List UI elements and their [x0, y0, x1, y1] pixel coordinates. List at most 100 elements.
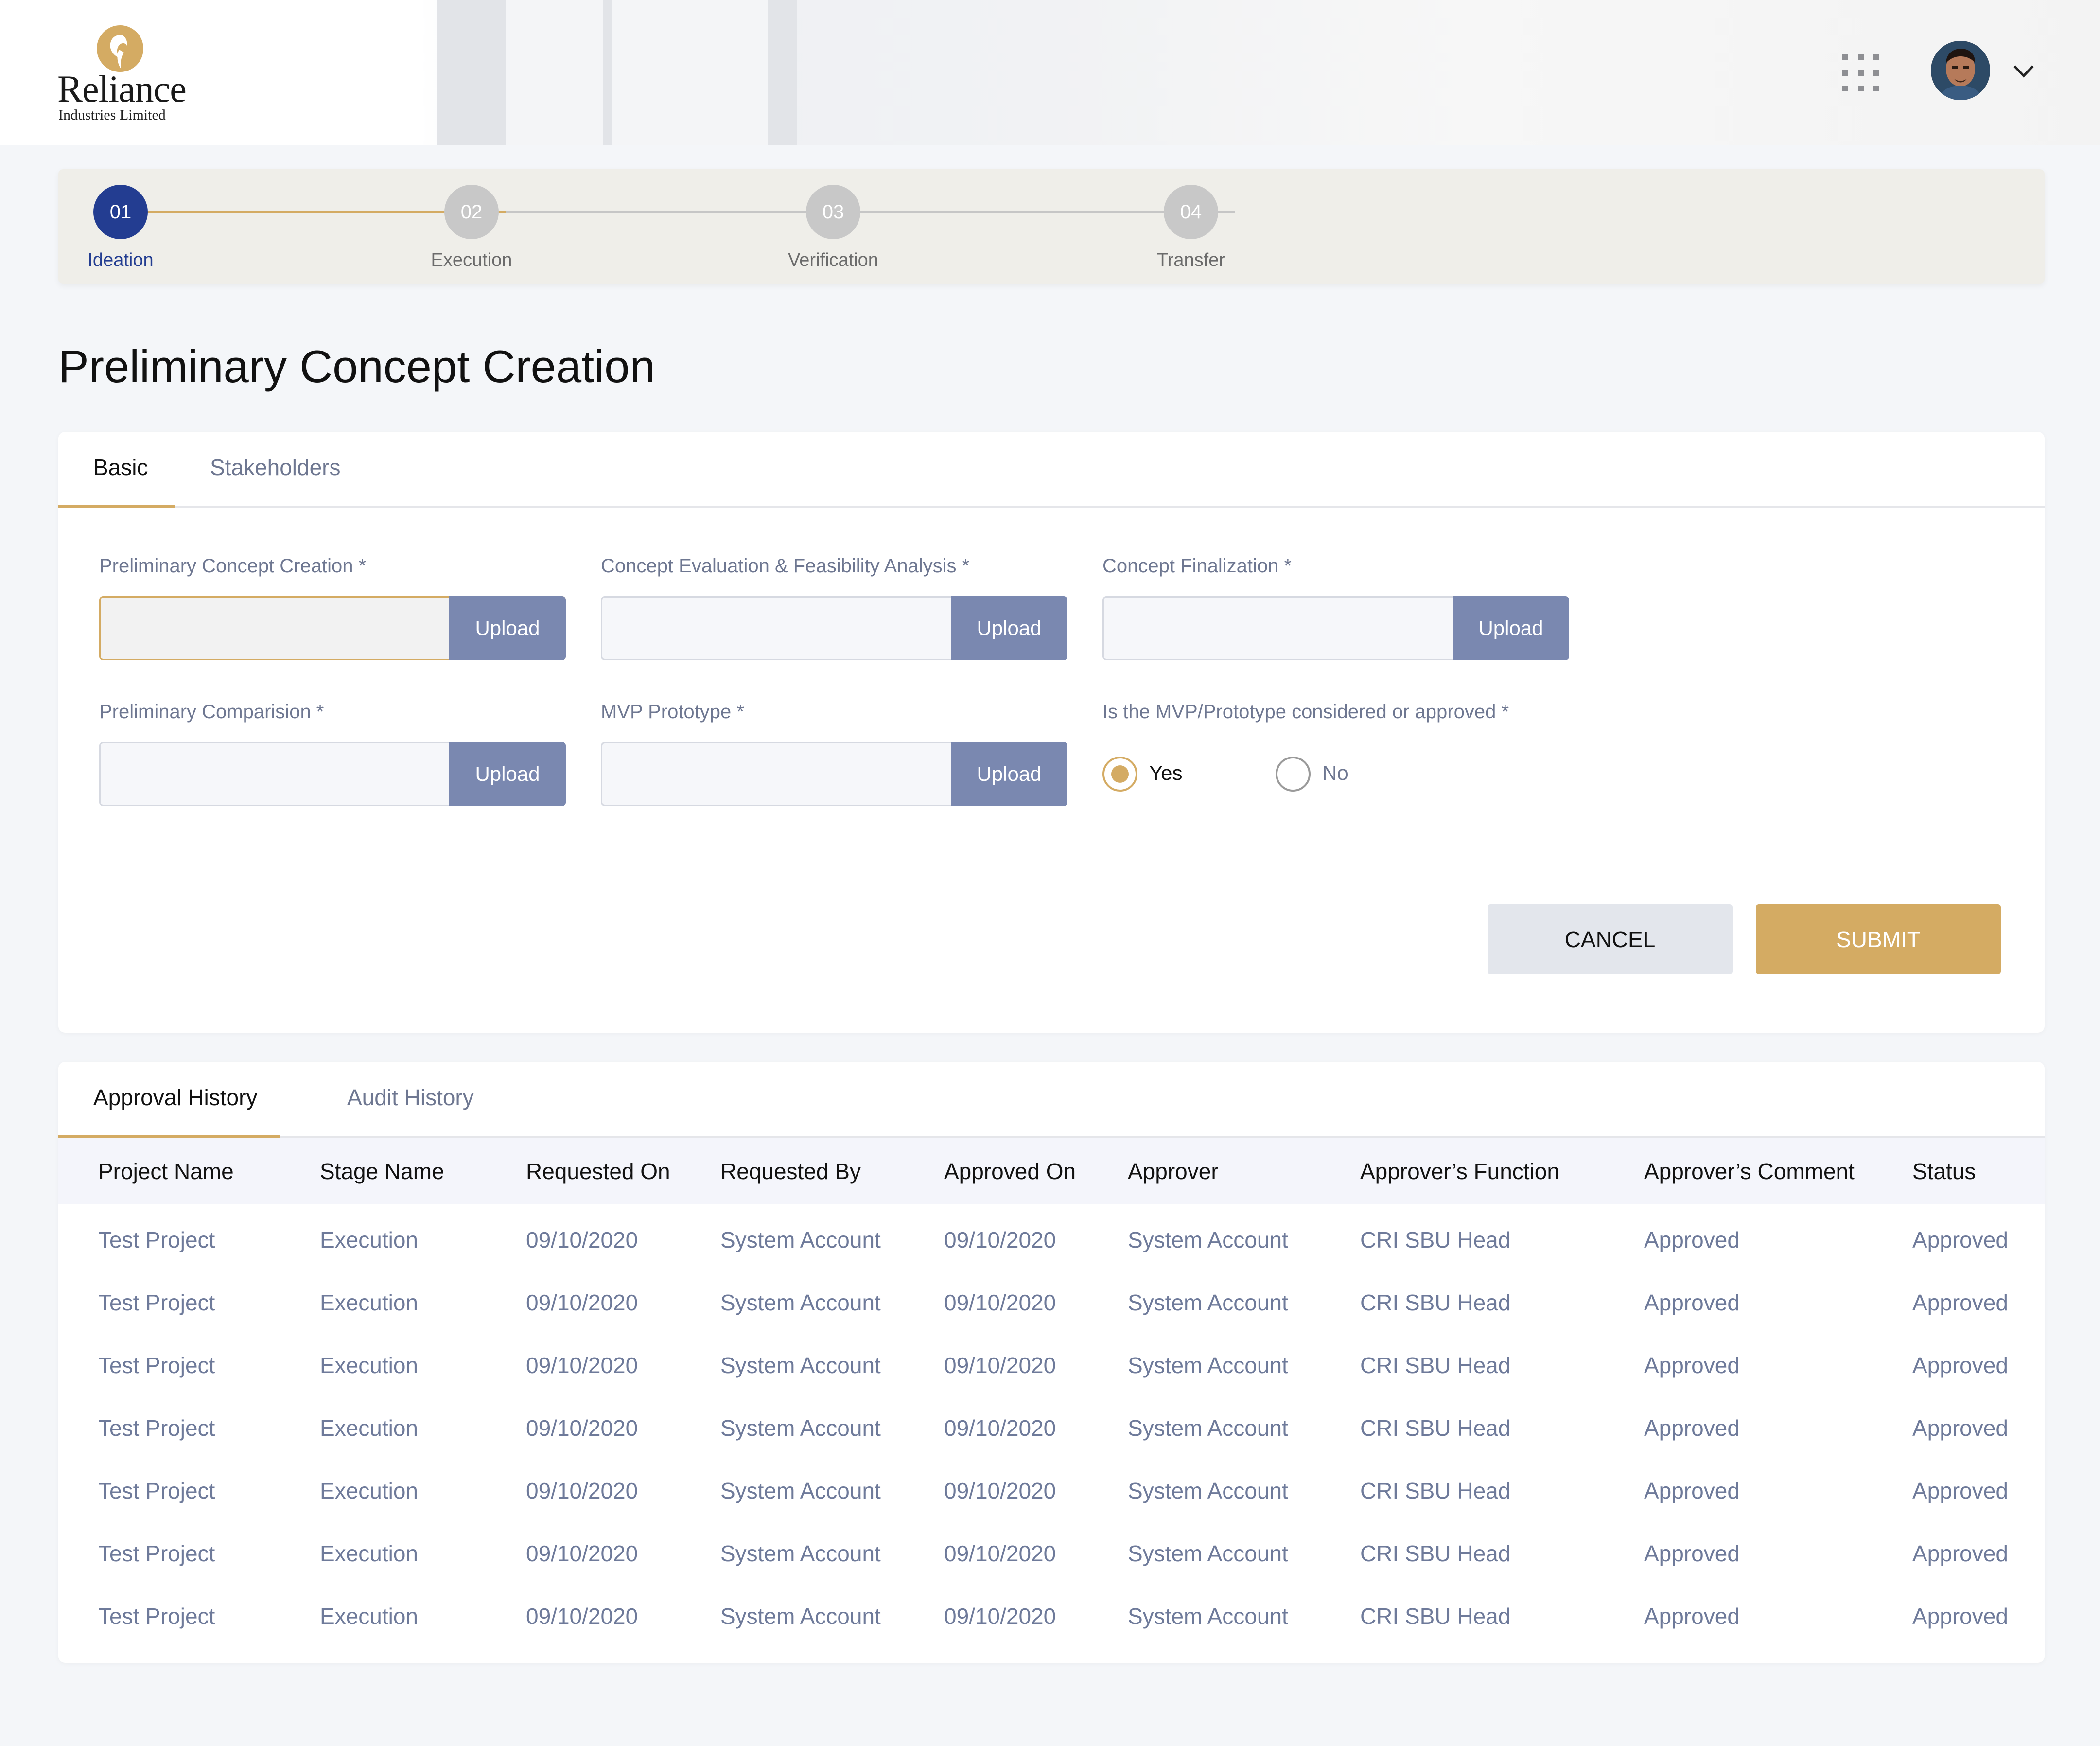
step-1-label: Ideation: [88, 250, 154, 270]
cell-approver-function: CRI SBU Head: [1360, 1415, 1511, 1441]
cell-stage-name: Execution: [320, 1478, 419, 1503]
mvp-prototype-field[interactable]: Upload: [601, 742, 1068, 806]
cell-approved-on: 09/10/2020: [944, 1541, 1056, 1566]
radio-no[interactable]: [1276, 757, 1311, 792]
cell-requested-on: 09/10/2020: [526, 1604, 638, 1629]
concept-finalization-upload-button[interactable]: Upload: [1452, 596, 1569, 660]
header-backdrop: [603, 0, 612, 145]
cell-stage-name: Execution: [320, 1415, 419, 1441]
cell-approver: System Account: [1128, 1478, 1288, 1503]
cell-project-name: Test Project: [98, 1290, 215, 1315]
cell-requested-by: System Account: [720, 1227, 881, 1252]
cell-status: Approved: [1912, 1604, 2008, 1629]
cell-status: Approved: [1912, 1415, 2008, 1441]
radio-yes-label[interactable]: Yes: [1149, 761, 1183, 785]
cell-approver: System Account: [1128, 1353, 1288, 1378]
step-2-indicator[interactable]: 02: [444, 185, 499, 239]
radio-yes[interactable]: [1102, 757, 1138, 792]
cell-project-name: Test Project: [98, 1415, 215, 1441]
concept-form-card: Basic Stakeholders Preliminary Concept C…: [58, 432, 2045, 1033]
history-card: Approval History Audit History Project N…: [58, 1062, 2045, 1663]
concept-evaluation-label: Concept Evaluation & Feasibility Analysi…: [601, 555, 970, 577]
cell-approved-on: 09/10/2020: [944, 1290, 1056, 1315]
column-header-requested-by[interactable]: Requested By: [720, 1158, 861, 1184]
cell-approver-comment: Approved: [1644, 1353, 1740, 1378]
cell-approved-on: 09/10/2020: [944, 1353, 1056, 1378]
top-header: Reliance Industries Limited: [0, 0, 2100, 145]
grid-apps-icon[interactable]: [1842, 54, 1879, 91]
cell-approver: System Account: [1128, 1604, 1288, 1629]
cell-project-name: Test Project: [98, 1604, 215, 1629]
step-3-indicator[interactable]: 03: [806, 185, 860, 239]
cell-approver-function: CRI SBU Head: [1360, 1353, 1511, 1378]
cell-approver: System Account: [1128, 1290, 1288, 1315]
cell-project-name: Test Project: [98, 1478, 215, 1503]
cell-requested-on: 09/10/2020: [526, 1290, 638, 1315]
column-header-approved-on[interactable]: Approved On: [944, 1158, 1076, 1184]
cell-requested-on: 09/10/2020: [526, 1478, 638, 1503]
header-backdrop: [768, 0, 797, 145]
tabs-divider: [58, 506, 2045, 508]
preliminary-concept-creation-upload-button[interactable]: Upload: [449, 596, 566, 660]
cell-approver-comment: Approved: [1644, 1290, 1740, 1315]
chevron-down-icon[interactable]: [2012, 61, 2036, 81]
user-avatar-image: [1931, 41, 1990, 100]
cell-approver-function: CRI SBU Head: [1360, 1290, 1511, 1315]
mvp-prototype-upload-button[interactable]: Upload: [951, 742, 1068, 806]
cell-approver-function: CRI SBU Head: [1360, 1541, 1511, 1566]
tab-approval-history[interactable]: Approval History: [93, 1084, 257, 1111]
reliance-logo-icon: [97, 25, 143, 72]
cell-status: Approved: [1912, 1290, 2008, 1315]
cell-status: Approved: [1912, 1227, 2008, 1252]
concept-finalization-field[interactable]: Upload: [1102, 596, 1569, 660]
step-1-indicator[interactable]: 01: [93, 185, 148, 239]
column-header-approver[interactable]: Approver: [1128, 1158, 1219, 1184]
cell-requested-by: System Account: [720, 1541, 881, 1566]
tab-audit-history[interactable]: Audit History: [347, 1084, 474, 1111]
cell-requested-on: 09/10/2020: [526, 1541, 638, 1566]
step-4-indicator[interactable]: 04: [1164, 185, 1218, 239]
cell-requested-by: System Account: [720, 1353, 881, 1378]
stepper-track-line: [506, 211, 1235, 213]
cell-requested-by: System Account: [720, 1290, 881, 1315]
radio-no-label[interactable]: No: [1322, 761, 1348, 785]
preliminary-concept-creation-label: Preliminary Concept Creation *: [99, 555, 367, 577]
user-avatar[interactable]: [1931, 41, 1990, 100]
concept-evaluation-field[interactable]: Upload: [601, 596, 1068, 660]
reliance-logo[interactable]: Reliance Industries Limited: [57, 24, 198, 126]
cell-project-name: Test Project: [98, 1353, 215, 1378]
column-header-stage-name[interactable]: Stage Name: [320, 1158, 444, 1184]
cell-approved-on: 09/10/2020: [944, 1227, 1056, 1252]
cell-approver-function: CRI SBU Head: [1360, 1604, 1511, 1629]
header-backdrop: [438, 0, 506, 145]
column-header-status[interactable]: Status: [1912, 1158, 1976, 1184]
cell-requested-on: 09/10/2020: [526, 1353, 638, 1378]
cell-stage-name: Execution: [320, 1227, 419, 1252]
column-header-project-name[interactable]: Project Name: [98, 1158, 234, 1184]
column-header-requested-on[interactable]: Requested On: [526, 1158, 670, 1184]
cell-stage-name: Execution: [320, 1290, 419, 1315]
cell-requested-on: 09/10/2020: [526, 1415, 638, 1441]
cell-stage-name: Execution: [320, 1541, 419, 1566]
cell-approver: System Account: [1128, 1415, 1288, 1441]
page-title: Preliminary Concept Creation: [58, 341, 655, 392]
header-backdrop: [506, 0, 603, 145]
cell-approver: System Account: [1128, 1541, 1288, 1566]
preliminary-comparision-field[interactable]: Upload: [99, 742, 566, 806]
cell-project-name: Test Project: [98, 1541, 215, 1566]
tab-basic[interactable]: Basic: [93, 454, 148, 480]
column-header-approver-function[interactable]: Approver’s Function: [1360, 1158, 1559, 1184]
logo-subtitle: Industries Limited: [58, 107, 166, 123]
preliminary-comparision-upload-button[interactable]: Upload: [449, 742, 566, 806]
preliminary-concept-creation-field[interactable]: Upload: [99, 596, 566, 660]
column-header-approver-comment[interactable]: Approver’s Comment: [1644, 1158, 1855, 1184]
submit-button[interactable]: SUBMIT: [1756, 904, 2001, 974]
cancel-button[interactable]: CANCEL: [1488, 904, 1732, 974]
cell-approver-comment: Approved: [1644, 1604, 1740, 1629]
concept-evaluation-upload-button[interactable]: Upload: [951, 596, 1068, 660]
active-tab-indicator: [58, 505, 175, 508]
header-backdrop: [612, 0, 768, 145]
tab-stakeholders[interactable]: Stakeholders: [210, 454, 341, 480]
step-2-label: Execution: [431, 250, 512, 270]
cell-approved-on: 09/10/2020: [944, 1604, 1056, 1629]
